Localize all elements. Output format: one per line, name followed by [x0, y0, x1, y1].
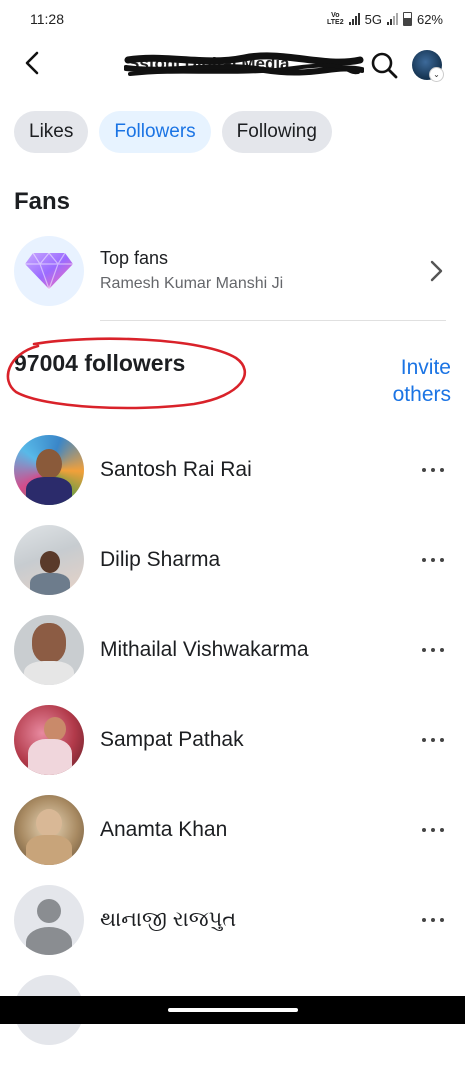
status-time: 11:28	[30, 11, 64, 27]
chevron-down-icon: ⌄	[429, 67, 444, 82]
divider	[100, 320, 446, 321]
more-options-button[interactable]	[418, 459, 448, 481]
avatar	[14, 525, 84, 595]
more-options-button[interactable]	[418, 909, 448, 931]
more-options-button[interactable]	[418, 819, 448, 841]
chevron-right-icon	[430, 260, 443, 282]
status-bar: 11:28 Vo LTE2 5G 62%	[0, 0, 465, 38]
tab-following[interactable]: Following	[221, 111, 332, 153]
back-arrow-icon	[25, 51, 39, 75]
tab-followers[interactable]: Followers	[99, 111, 211, 153]
status-icons: Vo LTE2 5G 62%	[327, 12, 443, 27]
invite-line-2: others	[392, 383, 451, 406]
filter-tabs: Likes Followers Following	[14, 111, 332, 153]
fans-section-title: Fans	[14, 188, 71, 215]
follower-row[interactable]: Anamta Khan	[14, 795, 452, 885]
follower-name: થાનાજી રાજપુત	[100, 908, 237, 931]
follower-list: Santosh Rai Rai Dilip Sharma Mithailal V…	[14, 435, 452, 1065]
avatar	[14, 705, 84, 775]
top-fan-name: Ramesh Kumar Manshi Ji	[100, 275, 284, 292]
tab-likes[interactable]: Likes	[14, 111, 89, 153]
avatar	[14, 615, 84, 685]
top-fans-row[interactable]: Top fans Ramesh Kumar Manshi Ji	[14, 234, 452, 308]
follower-name: Dilip Sharma	[100, 548, 221, 571]
follower-row[interactable]: Santosh Rai Rai	[14, 435, 452, 525]
follower-count: 97004 followers	[14, 350, 186, 376]
avatar	[14, 435, 84, 505]
follower-row[interactable]: Mithailal Vishwakarma	[14, 615, 452, 705]
redaction-scribble	[124, 52, 364, 76]
battery-icon	[402, 12, 412, 26]
volte-icon: Vo LTE2	[327, 12, 344, 26]
signal-icon-2	[386, 13, 398, 25]
follower-name: Santosh Rai Rai	[100, 458, 252, 481]
header: Ssfoni Digital Media ⌄	[0, 38, 465, 90]
more-options-button[interactable]	[418, 639, 448, 661]
follower-name: Mithailal Vishwakarma	[100, 638, 309, 661]
home-gesture-pill[interactable]	[168, 1008, 298, 1012]
follower-row[interactable]: Dilip Sharma	[14, 525, 452, 615]
profile-avatar-button[interactable]: ⌄	[412, 50, 444, 82]
back-button[interactable]	[18, 48, 48, 78]
invite-line-1: Invite	[400, 356, 451, 379]
signal-icon	[348, 13, 360, 25]
diamond-icon	[14, 236, 84, 306]
follower-name: Anamta Khan	[100, 818, 228, 841]
search-button[interactable]	[368, 49, 400, 81]
search-icon	[371, 52, 398, 79]
system-nav-bar	[0, 996, 465, 1024]
more-options-button[interactable]	[418, 729, 448, 751]
invite-others-link[interactable]: Invite others	[361, 354, 451, 408]
battery-level: 62%	[416, 11, 443, 27]
more-options-button[interactable]	[418, 549, 448, 571]
follower-row[interactable]: Sampat Pathak	[14, 705, 452, 795]
avatar	[14, 795, 84, 865]
default-avatar-icon	[14, 885, 84, 955]
follower-row[interactable]: થાનાજી રાજપુત	[14, 885, 452, 975]
top-fans-label: Top fans	[100, 248, 169, 268]
network-type: 5G	[364, 11, 382, 27]
follower-name: Sampat Pathak	[100, 728, 244, 751]
